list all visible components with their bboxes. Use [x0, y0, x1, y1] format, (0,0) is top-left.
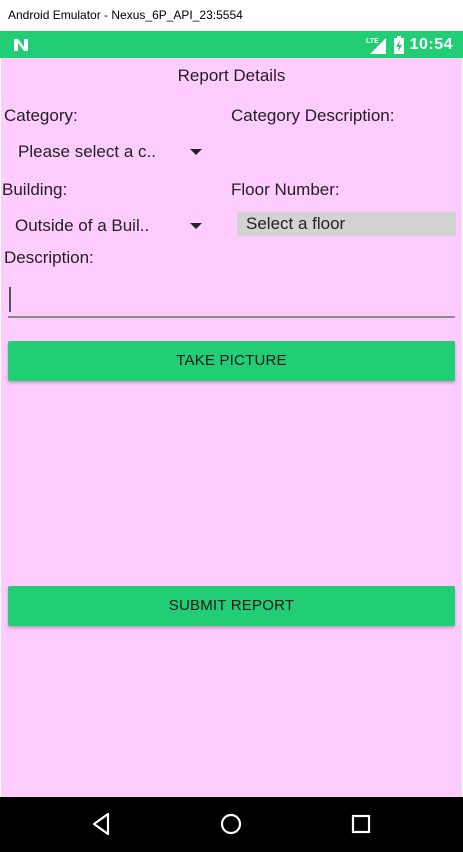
page-title: Report Details [177, 66, 286, 85]
description-label: Description: [4, 248, 94, 267]
category-description-label: Category Description: [231, 106, 395, 125]
status-time: 10:54 [409, 35, 453, 53]
dropdown-arrow-icon [190, 149, 202, 155]
floor-number-label: Floor Number: [231, 180, 340, 199]
status-icons: LTE 10:54 [366, 33, 453, 56]
building-spinner[interactable]: Outside of a Buil.. [15, 209, 206, 243]
home-icon[interactable] [218, 811, 244, 837]
lte-signal-icon: LTE [366, 37, 386, 54]
recents-icon[interactable] [348, 811, 374, 837]
lte-label: LTE [366, 38, 379, 45]
building-spinner-value: Outside of a Buil.. [15, 216, 150, 235]
window-titlebar: Android Emulator - Nexus_6P_API_23:5554 [0, 0, 463, 31]
navigation-bar [0, 797, 463, 852]
text-cursor [9, 287, 11, 312]
emulator-window: Android Emulator - Nexus_6P_API_23:5554 … [0, 0, 463, 852]
status-bar: LTE 10:54 [0, 31, 463, 58]
notification-n-icon [14, 39, 28, 51]
category-spinner[interactable]: Please select a c.. [18, 135, 206, 169]
description-input[interactable] [8, 282, 455, 318]
building-label: Building: [2, 180, 68, 199]
take-picture-button[interactable]: TAKE PICTURE [8, 341, 455, 381]
category-label: Category: [4, 106, 78, 125]
select-floor-button[interactable]: Select a floor [237, 212, 456, 236]
submit-report-button[interactable]: SUBMIT REPORT [8, 586, 455, 626]
battery-charging-icon [393, 35, 404, 54]
report-details-screen: Report Details Category: Category Descri… [1, 58, 462, 797]
window-title: Android Emulator - Nexus_6P_API_23:5554 [8, 8, 243, 22]
back-icon[interactable] [89, 811, 115, 837]
category-spinner-value: Please select a c.. [18, 142, 156, 161]
dropdown-arrow-icon [190, 223, 202, 229]
